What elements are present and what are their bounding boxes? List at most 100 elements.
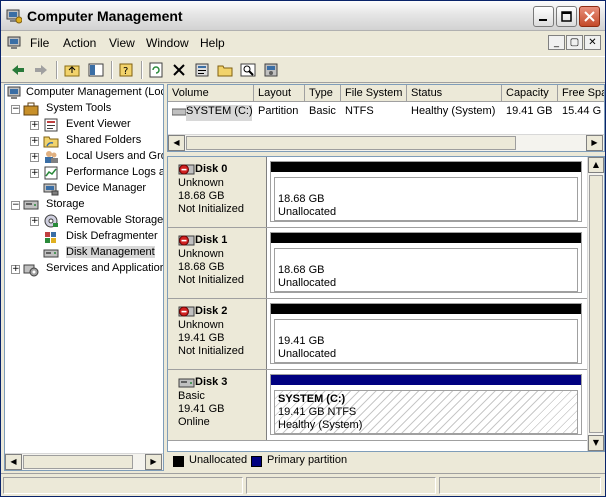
tree-item-label: Services and Applicatior xyxy=(46,262,164,274)
minimize-button[interactable] xyxy=(533,6,554,27)
disk-not-initialized-icon xyxy=(178,235,195,246)
expand-toggle[interactable]: + xyxy=(30,169,39,178)
disk-row[interactable]: Disk 0 Unknown 18.68 GB Not Initialized … xyxy=(168,157,588,228)
disk-row[interactable]: Disk 3 Basic 19.41 GB Online SYSTEM (C:)… xyxy=(168,370,588,441)
details-pane: Volume Layout Type File System Status Ca… xyxy=(167,84,605,471)
disk-defragmenter-icon xyxy=(45,232,56,243)
mdi-minimize-button[interactable]: _ xyxy=(548,35,565,50)
cell-file-system: NTFS xyxy=(345,105,374,117)
unallocated-bar xyxy=(271,162,581,172)
disk-type: Unknown xyxy=(178,177,224,189)
title-bar[interactable]: Computer Management xyxy=(1,1,605,31)
system-menu-icon[interactable] xyxy=(7,35,23,51)
refresh-icon[interactable] xyxy=(147,61,165,79)
disk-row[interactable]: Disk 2 Unknown 19.41 GB Not Initialized … xyxy=(168,299,588,370)
tree-item-label: Computer Management (Loc xyxy=(26,86,164,98)
cell-volume: SYSTEM (C:) xyxy=(186,105,252,121)
disk-settings-icon[interactable] xyxy=(262,61,280,79)
disk-info[interactable]: Disk 2 Unknown 19.41 GB Not Initialized xyxy=(168,299,267,369)
up-folder-icon[interactable] xyxy=(63,61,81,79)
scroll-thumb[interactable] xyxy=(589,175,603,433)
expand-toggle[interactable]: + xyxy=(30,217,39,226)
column-header-volume[interactable]: Volume xyxy=(168,85,254,102)
column-header-free-space[interactable]: Free Spa xyxy=(558,85,604,102)
properties-icon[interactable] xyxy=(193,61,211,79)
disk-not-initialized-icon xyxy=(178,164,195,175)
disk-info[interactable]: Disk 0 Unknown 18.68 GB Not Initialized xyxy=(168,157,267,227)
scroll-right-button[interactable]: ▶ xyxy=(586,135,603,151)
tree-horizontal-scrollbar[interactable]: ◀ ▶ xyxy=(5,453,163,470)
scroll-thumb[interactable] xyxy=(23,455,133,469)
volume-size: 19.41 GB xyxy=(278,335,325,347)
expand-toggle[interactable]: + xyxy=(11,265,20,274)
menu-help[interactable]: Help xyxy=(200,36,225,50)
open-folder-icon[interactable] xyxy=(216,61,234,79)
disk-size: 19.41 GB xyxy=(178,332,225,344)
volume-size: 18.68 GB xyxy=(278,193,325,205)
close-button[interactable] xyxy=(579,6,600,27)
disk-name: Disk 1 xyxy=(195,234,228,246)
column-header-status[interactable]: Status xyxy=(407,85,502,102)
scroll-down-button[interactable]: ▼ xyxy=(588,435,604,451)
disk-name: Disk 0 xyxy=(195,163,228,175)
disk-state: Not Initialized xyxy=(178,345,245,357)
disk-state: Not Initialized xyxy=(178,203,245,215)
expand-toggle[interactable]: + xyxy=(30,153,39,162)
volume-block[interactable]: 18.68 GB Unallocated xyxy=(270,232,582,293)
cell-status: Healthy (System) xyxy=(411,105,496,117)
cell-capacity: 19.41 GB xyxy=(506,105,553,117)
disk-info[interactable]: Disk 3 Basic 19.41 GB Online xyxy=(168,370,267,440)
device-manager-icon xyxy=(43,183,59,196)
scroll-thumb[interactable] xyxy=(186,136,516,150)
users-icon xyxy=(45,151,58,163)
minimize-icon xyxy=(539,19,547,21)
volume-status: Unallocated xyxy=(278,348,337,360)
tree-item-label: System Tools xyxy=(46,102,112,114)
volume-block[interactable]: SYSTEM (C:) 19.41 GB NTFS Healthy (Syste… xyxy=(270,374,582,435)
help-icon[interactable]: ? xyxy=(117,61,135,79)
collapse-toggle[interactable]: − xyxy=(11,201,20,210)
disk-vertical-scrollbar[interactable]: ▲ ▼ xyxy=(587,157,604,451)
menu-window[interactable]: Window xyxy=(146,36,189,50)
expand-toggle[interactable]: + xyxy=(30,137,39,146)
scroll-up-button[interactable]: ▲ xyxy=(588,157,604,173)
toolbox-icon xyxy=(23,102,39,116)
column-header-capacity[interactable]: Capacity xyxy=(502,85,558,102)
disk-info[interactable]: Disk 1 Unknown 18.68 GB Not Initialized xyxy=(168,228,267,298)
status-pane xyxy=(246,477,436,494)
tree-item-label: Storage xyxy=(46,198,85,210)
volume-block[interactable]: 19.41 GB Unallocated xyxy=(270,303,582,364)
status-pane xyxy=(439,477,601,494)
services-icon xyxy=(23,264,39,277)
volume-block[interactable]: 18.68 GB Unallocated xyxy=(270,161,582,222)
delete-icon[interactable] xyxy=(170,61,188,79)
search-icon[interactable] xyxy=(239,61,257,79)
back-icon[interactable] xyxy=(9,61,27,79)
column-header-type[interactable]: Type xyxy=(305,85,341,102)
forward-icon[interactable] xyxy=(32,61,50,79)
mdi-restore-button[interactable]: ▢ xyxy=(566,35,583,50)
column-header-file-system[interactable]: File System xyxy=(341,85,407,102)
maximize-button[interactable] xyxy=(556,6,577,27)
column-header-layout[interactable]: Layout xyxy=(254,85,305,102)
menu-action[interactable]: Action xyxy=(63,36,96,50)
disk-state: Online xyxy=(178,416,210,428)
collapse-toggle[interactable]: − xyxy=(11,105,20,114)
menu-file[interactable]: File xyxy=(30,36,49,50)
menu-view[interactable]: View xyxy=(109,36,135,50)
list-horizontal-scrollbar[interactable]: ◀ ▶ xyxy=(168,134,604,151)
tree-item-label: Disk Defragmenter xyxy=(66,230,158,242)
scroll-left-button[interactable]: ◀ xyxy=(5,454,22,470)
cell-type: Basic xyxy=(309,105,336,117)
scroll-right-button[interactable]: ▶ xyxy=(145,454,162,470)
mdi-close-button[interactable]: ✕ xyxy=(584,35,601,50)
svg-text:?: ? xyxy=(123,66,128,77)
tree-item-label: Performance Logs a xyxy=(66,166,164,178)
performance-icon xyxy=(44,166,58,180)
disk-row[interactable]: Disk 1 Unknown 18.68 GB Not Initialized … xyxy=(168,228,588,299)
expand-toggle[interactable]: + xyxy=(30,121,39,130)
status-bar xyxy=(1,473,605,496)
toolbar-separator xyxy=(111,61,113,79)
show-hide-tree-icon[interactable] xyxy=(87,61,105,79)
scroll-left-button[interactable]: ◀ xyxy=(168,135,185,151)
